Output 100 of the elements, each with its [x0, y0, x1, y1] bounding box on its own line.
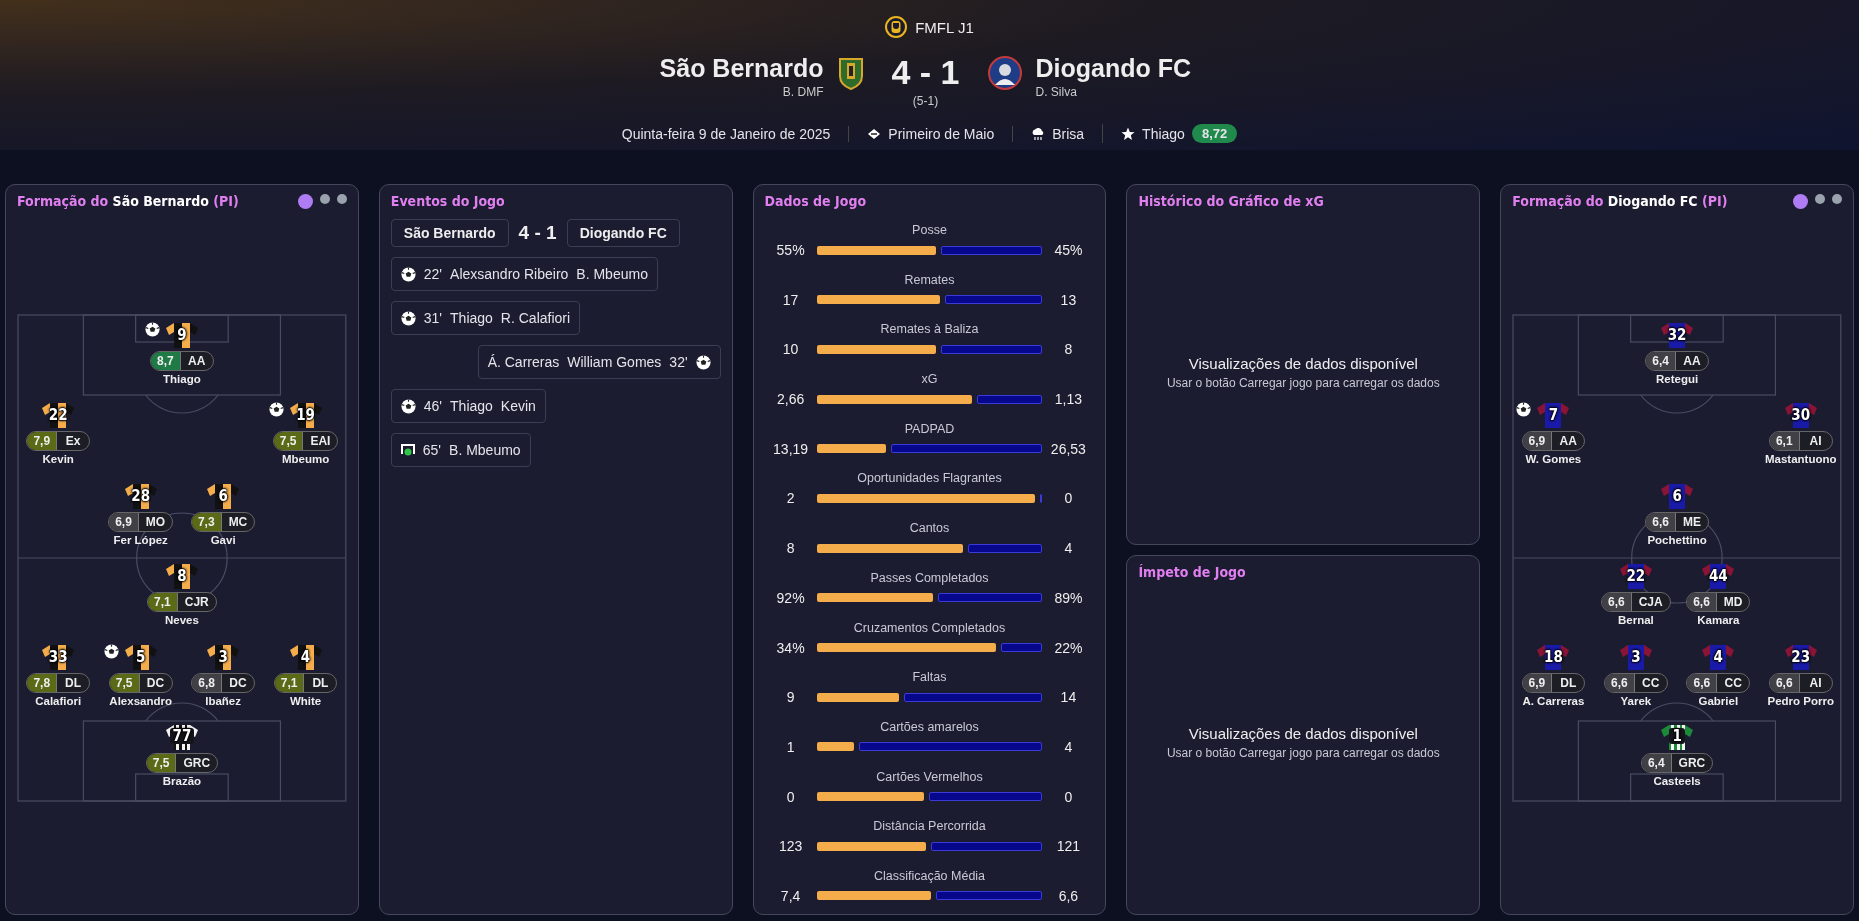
rating-badge: 7,5 EAI	[272, 431, 339, 452]
match-score: 4 - 1	[518, 222, 557, 244]
stat-value: 0	[1063, 788, 1074, 805]
player-name: Pochettino	[1647, 533, 1707, 546]
ball-icon	[695, 354, 711, 370]
team-name: Diogando FC	[1035, 54, 1192, 83]
empty-hint: Usar o botão Carregar jogo para carregar os dados	[1166, 375, 1440, 390]
team-name: São Bernardo	[390, 219, 509, 247]
stat-value: 17	[781, 291, 800, 308]
shirt-number: 22	[1626, 567, 1646, 586]
stat-value: 123	[777, 838, 804, 855]
cloud-rain-icon	[1031, 126, 1046, 141]
shirt-number: 3	[1631, 647, 1641, 666]
pitch-icon	[867, 127, 882, 140]
rating-badge: 6,6 CJA	[1601, 592, 1671, 613]
stat-label: Distância Percorrida	[873, 819, 986, 834]
rating-badge: 6,9 MO	[108, 511, 174, 532]
shirt-number: 23	[1791, 647, 1811, 666]
player-name: Casteels	[1653, 775, 1701, 788]
rating-badge: 6,6 AI	[1768, 672, 1833, 693]
ball-icon	[400, 310, 416, 326]
stat-label: Faltas	[912, 670, 947, 685]
rating-badge: 7,9 Ex	[26, 431, 91, 452]
team-name: São Bernardo	[659, 54, 824, 83]
manager-name: B. DMF	[782, 85, 824, 99]
stat-label: Passes Completados	[870, 570, 989, 585]
page-dot[interactable]	[1793, 193, 1808, 209]
page-dot[interactable]	[297, 193, 313, 209]
page-dot[interactable]	[1815, 193, 1825, 204]
ball-icon	[400, 398, 416, 414]
rating-badge: 6,9 DL	[1521, 672, 1586, 693]
stat-value: 34%	[775, 639, 806, 656]
rating-badge: 7,3 MC	[190, 511, 256, 532]
stat-value: 7,4	[779, 887, 802, 904]
stat-value: 1,13	[1053, 391, 1083, 408]
match-event: Á. Carreras William Gomes 32'	[477, 345, 721, 379]
avatar-icon	[987, 56, 1022, 90]
shirt-number: 18	[1544, 647, 1563, 666]
stat-value: 0	[785, 788, 796, 805]
stat-value: 4	[1063, 540, 1074, 557]
shirt-number: 30	[1791, 406, 1811, 425]
stat-value: 0	[1063, 490, 1074, 507]
shirt-number: 3	[218, 647, 228, 666]
player-name: Kamara	[1697, 614, 1740, 627]
shirt-number: 4	[1713, 647, 1723, 666]
stat-label: Classificação Média	[873, 868, 986, 883]
shirt-number: 1	[1669, 728, 1685, 745]
shirt-icon	[1618, 561, 1653, 592]
match-event: 31' Thiago R. Calafiori	[390, 301, 581, 335]
stat-value: 26,53	[1049, 440, 1087, 457]
rating-badge: 6,9 AA	[1521, 431, 1586, 452]
player-name: Mastantuono	[1764, 453, 1837, 466]
rating-badge: 6,6 MD	[1686, 592, 1751, 613]
rating-badge: 6,6 CC	[1686, 672, 1751, 693]
match-date: Quinta-feira 9 de Janeiro de 2025	[621, 125, 831, 142]
stat-value: 4	[1063, 738, 1074, 755]
player-name: Fer López	[113, 533, 168, 546]
stat-label: Cartões Vermelhos	[876, 769, 983, 784]
shirt-icon	[164, 561, 199, 592]
rating-badge: 7,5 GRC	[145, 753, 219, 774]
player-name: Thiago	[163, 372, 201, 385]
stat-value: 13,19	[772, 440, 810, 457]
page-dot[interactable]	[1832, 193, 1842, 204]
team-name: Diogando FC	[566, 219, 680, 247]
player-name: Ibañez	[205, 694, 241, 707]
stat-label: xG	[921, 372, 938, 387]
stat-value: 9	[785, 689, 796, 706]
player-name: Mbeumo	[281, 453, 330, 466]
rating-badge: 6,6 ME	[1645, 511, 1709, 532]
panel-title: Histórico do Gráfico de xG	[1138, 193, 1325, 209]
rating-badge: 6,1 AI	[1768, 431, 1833, 452]
rating-badge: 7,1 CJR	[147, 592, 217, 613]
star-icon	[1121, 126, 1136, 141]
page-dot[interactable]	[336, 193, 347, 204]
rating-badge: 8,72	[1191, 124, 1238, 143]
rating-badge: 7,5 DC	[108, 672, 173, 693]
shirt-number: 8	[177, 567, 187, 586]
player-name: Bernal	[1617, 614, 1654, 627]
rating-badge: 8,7 AA	[150, 350, 214, 371]
match-event: 46' Thiago Kevin	[390, 389, 546, 423]
stat-label: PADPAD	[904, 421, 955, 436]
stat-value: 1	[785, 738, 796, 755]
panel-title: Dados de Jogo	[764, 193, 868, 209]
player-name: Pedro Porro	[1767, 694, 1834, 707]
player-name: A. Carreras	[1522, 694, 1585, 707]
shirt-number: 9	[177, 325, 187, 344]
stat-value: 89%	[1053, 589, 1084, 606]
panel-title: Eventos do Jogo	[390, 193, 506, 209]
stat-value: 121	[1055, 838, 1082, 855]
shirt-number: 44	[1708, 567, 1728, 586]
player-name: Neves	[164, 614, 199, 627]
player-name: W. Gomes	[1525, 453, 1582, 466]
trophy-badge-icon	[885, 16, 908, 38]
shirt-number: 77	[169, 728, 195, 745]
ball-icon	[400, 266, 416, 282]
stat-value: 92%	[775, 589, 806, 606]
venue-name: Primeiro de Maio	[888, 125, 995, 142]
empty-hint: Usar o botão Carregar jogo para carregar os dados	[1166, 746, 1440, 761]
page-dot[interactable]	[319, 193, 330, 204]
shirt-icon	[1701, 561, 1736, 592]
